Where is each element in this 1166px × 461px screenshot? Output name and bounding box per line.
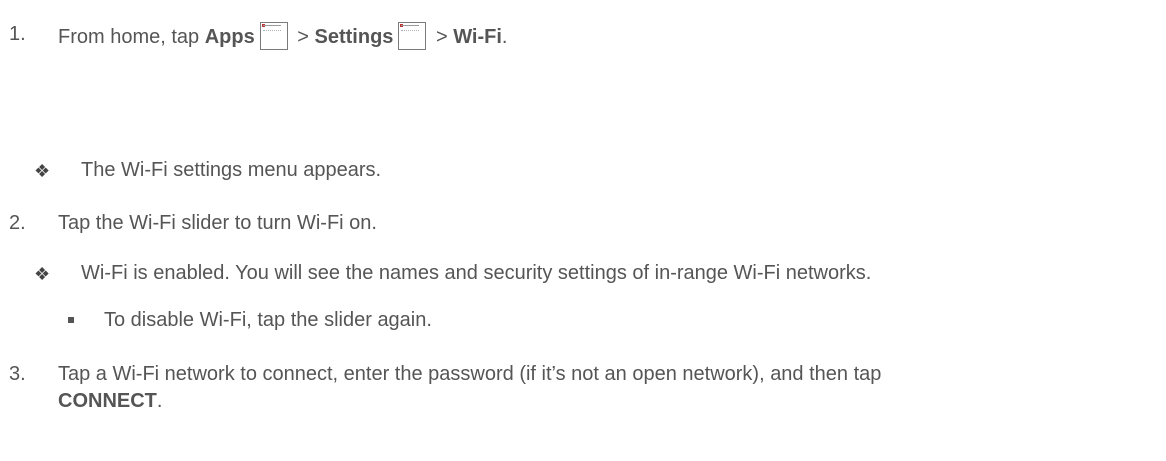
step-2-note: To disable Wi-Fi, tap the slider again. (104, 309, 432, 331)
period: . (501, 26, 508, 48)
diamond-bullet-icon: ❖ (34, 264, 51, 284)
step-3-number: 3. (9, 363, 26, 385)
step-2-text: Tap the Wi-Fi slider to turn Wi-Fi on. (58, 212, 377, 234)
separator: > (291, 26, 315, 48)
step-1-text-part: From home, tap (58, 26, 205, 48)
step-1-number: 1. (9, 23, 26, 45)
settings-icon (398, 22, 427, 50)
square-bullet-icon (68, 317, 74, 323)
connect-label: CONNECT (58, 390, 157, 412)
settings-label: Settings (314, 26, 394, 48)
step-3-text-end: CONNECT. (58, 389, 162, 413)
diamond-bullet-icon: ❖ (34, 161, 51, 181)
step-2-number: 2. (9, 212, 26, 234)
step-3-text: Tap a Wi-Fi network to connect, enter th… (58, 363, 882, 385)
step-2-result: Wi-Fi is enabled. You will see the names… (81, 262, 872, 284)
step-1-result: The Wi-Fi settings menu appears. (81, 159, 382, 181)
separator: > (430, 26, 454, 48)
period: . (156, 390, 163, 412)
apps-label: Apps (204, 26, 255, 48)
step-1-text: From home, tap Apps > Settings > Wi-Fi. (58, 22, 507, 50)
wifi-label: Wi-Fi (453, 26, 502, 48)
document-page: { "steps": [ { "number": "1.", "parts": … (0, 0, 1166, 461)
apps-icon (259, 22, 288, 50)
